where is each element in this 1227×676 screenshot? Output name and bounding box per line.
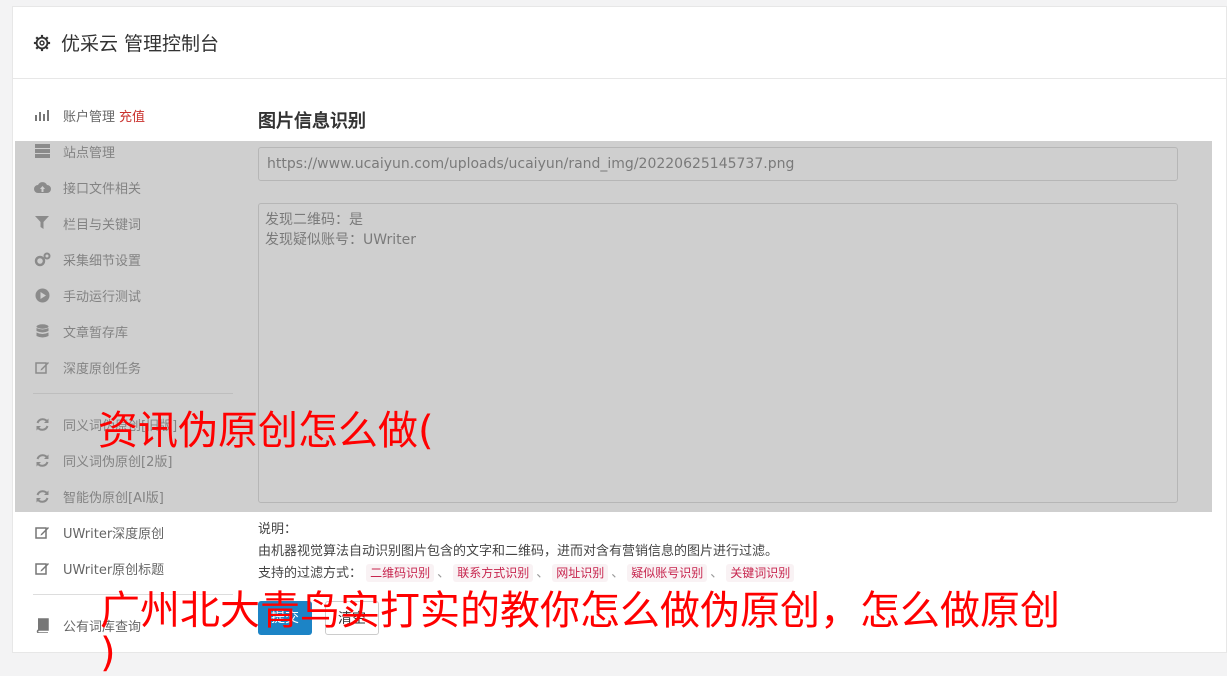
edit-icon bbox=[33, 559, 51, 577]
sidebar-item-label: 账户管理 bbox=[63, 109, 116, 125]
recharge-link[interactable]: 充值 bbox=[119, 106, 145, 125]
submit-button[interactable]: 提交 bbox=[258, 601, 312, 635]
page-header: 优采云 管理控制台 bbox=[13, 7, 1226, 79]
sidebar-item-label: 站点管理 bbox=[63, 145, 116, 161]
sidebar-item-deep-original-task[interactable]: 深度原创任务 bbox=[33, 349, 233, 385]
sidebar-item-label: 同义词伪原创[2版] bbox=[63, 454, 173, 470]
page-title: 优采云 管理控制台 bbox=[61, 33, 220, 55]
filter-tag: 关键词识别 bbox=[726, 564, 795, 582]
separator: 、 bbox=[710, 566, 724, 581]
filter-methods: 支持的过滤方式： 二维码识别、联系方式识别、网址识别、疑似账号识别、关键词识别 bbox=[258, 563, 795, 585]
result-textarea[interactable]: 发现二维码：是 发现疑似账号：UWriter bbox=[258, 203, 1178, 503]
refresh-icon bbox=[33, 487, 51, 505]
sidebar-item-label: 栏目与关键词 bbox=[63, 217, 142, 233]
cloud-upload-icon bbox=[33, 178, 51, 196]
sidebar-item-api-files[interactable]: 接口文件相关 bbox=[33, 169, 233, 205]
filter-tag: 联系方式识别 bbox=[453, 564, 534, 582]
sidebar-divider bbox=[33, 594, 233, 595]
sidebar-item-label: 文章暂存库 bbox=[63, 325, 129, 341]
console-panel: 优采云 管理控制台 账户管理 充值 站点管理 接口文件相关 栏目与关键词 采集细… bbox=[12, 6, 1227, 653]
cogs-icon bbox=[33, 250, 51, 268]
filter-tag: 疑似账号识别 bbox=[627, 564, 708, 582]
sidebar-item-synonym-v2[interactable]: 同义词伪原创[2版] bbox=[33, 442, 233, 478]
gear-icon bbox=[33, 34, 51, 51]
separator: 、 bbox=[611, 566, 625, 581]
sidebar-item-label: UWriter原创标题 bbox=[63, 562, 165, 578]
image-url-input[interactable]: https://www.ucaiyun.com/uploads/ucaiyun/… bbox=[258, 147, 1178, 181]
clear-button[interactable]: 清空 bbox=[325, 601, 379, 635]
database-icon bbox=[33, 322, 51, 340]
sidebar-item-label: UWriter深度原创 bbox=[63, 526, 165, 542]
sidebar-item-manual-run[interactable]: 手动运行测试 bbox=[33, 277, 233, 313]
separator: 、 bbox=[437, 566, 451, 581]
sidebar-item-label: 智能伪原创[AI版] bbox=[63, 490, 164, 506]
sidebar-item-ai-rewrite[interactable]: 智能伪原创[AI版] bbox=[33, 478, 233, 514]
sidebar-item-label: 公有词库查询 bbox=[63, 619, 142, 635]
edit-icon bbox=[33, 523, 51, 541]
main-content: 图片信息识别 https://www.ucaiyun.com/uploads/u… bbox=[258, 107, 1178, 635]
sidebar-item-uwriter-deep[interactable]: UWriter深度原创 bbox=[33, 514, 233, 550]
explanation: 说明： 由机器视觉算法自动识别图片包含的文字和二维码，进而对含有营销信息的图片进… bbox=[258, 519, 795, 585]
sidebar-item-collect-settings[interactable]: 采集细节设置 bbox=[33, 241, 233, 277]
result-line: 发现二维码：是 bbox=[265, 212, 363, 228]
edit-icon bbox=[33, 358, 51, 376]
separator: 、 bbox=[536, 566, 550, 581]
filter-tag: 网址识别 bbox=[552, 564, 609, 582]
filter-label: 支持的过滤方式： bbox=[258, 566, 363, 581]
sidebar-item-public-lexicon[interactable]: 公有词库查询 bbox=[33, 607, 233, 643]
sidebar-item-label: 接口文件相关 bbox=[63, 181, 142, 197]
refresh-icon bbox=[33, 451, 51, 469]
sidebar-item-synonym-old[interactable]: 同义词伪原创[旧版] bbox=[33, 406, 233, 442]
sidebar-item-label: 同义词伪原创[旧版] bbox=[63, 418, 178, 434]
explain-text: 由机器视觉算法自动识别图片包含的文字和二维码，进而对含有营销信息的图片进行过滤。 bbox=[258, 544, 779, 559]
sidebar-item-columns-keywords[interactable]: 栏目与关键词 bbox=[33, 205, 233, 241]
sidebar-divider bbox=[33, 393, 233, 394]
sidebar-item-label: 采集细节设置 bbox=[63, 253, 142, 269]
result-line: 发现疑似账号：UWriter bbox=[265, 232, 416, 248]
explain-label: 说明： bbox=[258, 522, 298, 537]
bar-chart-icon bbox=[33, 106, 51, 124]
sidebar-item-uwriter-title[interactable]: UWriter原创标题 bbox=[33, 550, 233, 586]
sidebar-item-sites[interactable]: 站点管理 bbox=[33, 133, 233, 169]
sidebar-item-label: 手动运行测试 bbox=[63, 289, 142, 305]
sidebar-item-label: 深度原创任务 bbox=[63, 361, 142, 377]
section-title: 图片信息识别 bbox=[258, 111, 366, 132]
sidebar: 账户管理 充值 站点管理 接口文件相关 栏目与关键词 采集细节设置 手动运行测试… bbox=[33, 97, 233, 643]
server-icon bbox=[33, 142, 51, 160]
refresh-icon bbox=[33, 415, 51, 433]
filter-tag: 二维码识别 bbox=[366, 564, 435, 582]
filter-icon bbox=[33, 214, 51, 232]
book-icon bbox=[33, 616, 51, 634]
play-circle-icon bbox=[33, 286, 51, 304]
sidebar-item-account[interactable]: 账户管理 充值 bbox=[33, 97, 233, 133]
sidebar-item-article-store[interactable]: 文章暂存库 bbox=[33, 313, 233, 349]
